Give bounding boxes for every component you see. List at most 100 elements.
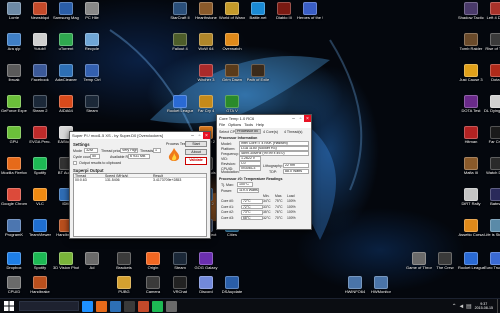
cycle-input[interactable]: 50: [90, 154, 100, 159]
desktop-shortcut-icon[interactable]: Temp Ctrl: [79, 64, 105, 83]
minimize-button[interactable]: –: [189, 132, 196, 139]
start-button[interactable]: Start: [185, 141, 207, 147]
menu-options[interactable]: Options: [228, 122, 241, 128]
desktop-shortcut-icon[interactable]: Left 4 Dead: [484, 2, 500, 21]
desktop-shortcut-icon[interactable]: uTorrent: [53, 33, 79, 52]
desktop-shortcut-icon[interactable]: StarCraft II: [167, 2, 193, 21]
close-button[interactable]: ×: [203, 132, 210, 139]
desktop-shortcut-icon[interactable]: 3D Vision Photo Viewer: [53, 252, 79, 271]
desktop-shortcut-icon[interactable]: Facebook: [27, 64, 53, 83]
cpu-select[interactable]: Processor #0: [235, 129, 261, 134]
desktop-shortcut-icon[interactable]: AdwCleaner: [53, 64, 79, 83]
desktop-shortcut-icon[interactable]: Watch Dogs: [484, 157, 500, 176]
desktop-shortcut-icon[interactable]: Rocket League: [458, 252, 484, 271]
desktop-shortcut-icon[interactable]: Assetto Corsa: [458, 219, 484, 238]
desktop-shortcut-icon[interactable]: World of Warcraft: [219, 2, 245, 21]
desktop-shortcut-icon[interactable]: Spotify: [27, 157, 53, 176]
taskbar-app-icon[interactable]: [124, 300, 135, 312]
desktop-shortcut-icon[interactable]: Yutub!!: [27, 33, 53, 52]
desktop-shortcut-icon[interactable]: Game of Thrones: [406, 252, 432, 271]
desktop-shortcut-icon[interactable]: TeamViewer: [27, 219, 53, 238]
table-row[interactable]: 00:0.63 131.5406 3.4173709e+2853: [74, 178, 206, 182]
desktop-shortcut-icon[interactable]: Rocket League: [167, 95, 193, 114]
desktop-shortcut-icon[interactable]: Shadow Tactics: [458, 2, 484, 21]
desktop-shortcut-icon[interactable]: PUBG: [111, 276, 137, 295]
desktop-shortcut-icon[interactable]: WoW 64: [193, 33, 219, 52]
desktop-shortcut-icon[interactable]: Recycle: [79, 33, 105, 52]
taskbar-app-icon[interactable]: [82, 300, 93, 312]
superpi-titlebar[interactable]: Super PI / mod1.5 XS - by Super.D0 [Over…: [70, 132, 210, 139]
desktop-shortcut-icon[interactable]: Newsblqol: [27, 2, 53, 21]
maximize-button[interactable]: ▫: [297, 115, 304, 122]
taskbar-app-icon[interactable]: [152, 300, 163, 312]
desktop-shortcut-icon[interactable]: Grim Dawn: [219, 64, 245, 83]
menu-tools[interactable]: Tools: [244, 122, 253, 128]
desktop-shortcut-icon[interactable]: Mafia III: [458, 157, 484, 176]
desktop-shortcut-icon[interactable]: HWiNFO64: [342, 276, 368, 295]
desktop-shortcut-icon[interactable]: Rise of Tomb: [484, 33, 500, 52]
desktop-shortcut-icon[interactable]: Brackets: [111, 252, 137, 271]
desktop-shortcut-icon[interactable]: Dropbox: [1, 252, 27, 271]
validate-button[interactable]: Validate: [185, 157, 207, 165]
taskbar-app-icon[interactable]: [96, 300, 107, 312]
close-button[interactable]: ×: [304, 115, 311, 122]
desktop-shortcut-icon[interactable]: VLC: [27, 188, 53, 207]
desktop-shortcut-icon[interactable]: Google Chrome: [1, 188, 27, 207]
desktop-shortcut-icon[interactable]: Overwatch: [219, 33, 245, 52]
taskbar-app-icon[interactable]: [166, 300, 177, 312]
desktop-shortcut-icon[interactable]: GPU: [1, 126, 27, 145]
desktop-shortcut-icon[interactable]: VRChat: [167, 276, 193, 295]
desktop-shortcut-icon[interactable]: Heroes of the Storm: [297, 2, 323, 21]
tray-icons[interactable]: ⌃ ◄ ▤: [452, 303, 472, 310]
taskbar-app-icon[interactable]: [110, 300, 121, 312]
desktop-shortcut-icon[interactable]: Path of Exile: [245, 64, 271, 83]
desktop-shortcut-icon[interactable]: GTA V: [219, 95, 245, 114]
desktop-shortcut-icon[interactable]: DOTA Test: [458, 95, 484, 114]
maximize-button[interactable]: ▫: [196, 132, 203, 139]
desktop-shortcut-icon[interactable]: Lorrie: [1, 2, 27, 21]
desktop-shortcut-icon[interactable]: Steam 2: [27, 95, 53, 114]
desktop-shortcut-icon[interactable]: Camera: [140, 276, 166, 295]
desktop-shortcut-icon[interactable]: Mozilla Firefox: [1, 157, 27, 176]
desktop-shortcut-icon[interactable]: DiRT Rally: [458, 188, 484, 207]
desktop-shortcut-icon[interactable]: Spotify: [27, 252, 53, 271]
about-button[interactable]: About: [185, 149, 207, 155]
desktop-shortcut-icon[interactable]: Origin: [140, 252, 166, 271]
desktop-shortcut-icon[interactable]: Life is Strange: [484, 219, 500, 238]
desktop-shortcut-icon[interactable]: EVGA Prec.: [27, 126, 53, 145]
desktop-shortcut-icon[interactable]: The Crew: [432, 252, 458, 271]
desktop-shortcut-icon[interactable]: Discord: [193, 276, 219, 295]
desktop-shortcut-icon[interactable]: Handbrake: [27, 276, 53, 295]
desktop-shortcut-icon[interactable]: Far Cry 4: [484, 126, 500, 145]
coretemp-titlebar[interactable]: Core Temp 1.0 RC6 – ▫ ×: [217, 115, 311, 122]
output-checkbox[interactable]: [73, 161, 77, 165]
minimize-button[interactable]: –: [290, 115, 297, 122]
windows-start-icon[interactable]: [2, 299, 16, 313]
desktop-shortcut-icon[interactable]: ProgramK: [1, 219, 27, 238]
taskbar-app-icon[interactable]: [138, 300, 149, 312]
desktop-shortcut-icon[interactable]: Samsung Magician: [53, 2, 79, 21]
desktop-shortcut-icon[interactable]: DSAupdate: [219, 276, 245, 295]
desktop-shortcut-icon[interactable]: Steam: [167, 252, 193, 271]
desktop-shortcut-icon[interactable]: AIDA64: [53, 95, 79, 114]
desktop-shortcut-icon[interactable]: Diablo III: [271, 2, 297, 21]
desktop-shortcut-icon[interactable]: Hearthstone: [193, 2, 219, 21]
desktop-shortcut-icon[interactable]: Ibruak: [1, 64, 27, 83]
menu-file[interactable]: File: [219, 122, 225, 128]
threads-input[interactable]: 1: [153, 148, 161, 153]
desktop-shortcut-icon[interactable]: CPUID: [1, 276, 27, 295]
desktop-shortcut-icon[interactable]: Steam: [79, 95, 105, 114]
desktop-shortcut-icon[interactable]: Batman: [484, 188, 500, 207]
clock[interactable]: 9:37 2015-08-15: [475, 302, 493, 310]
desktop-shortcut-icon[interactable]: GeForce Experience: [1, 95, 27, 114]
desktop-shortcut-icon[interactable]: Euro Truck Simulator 2: [484, 252, 500, 271]
search-box[interactable]: [19, 301, 79, 311]
desktop-shortcut-icon[interactable]: Far Cry 4: [193, 95, 219, 114]
desktop-shortcut-icon[interactable]: GOG Galaxy: [193, 252, 219, 271]
priority-select[interactable]: Very High: [120, 148, 138, 153]
desktop-shortcut-icon[interactable]: Witcher 3: [193, 64, 219, 83]
desktop-shortcut-icon[interactable]: Fallout 4: [167, 33, 193, 52]
desktop-shortcut-icon[interactable]: Battle.net: [245, 2, 271, 21]
menu-help[interactable]: Help: [256, 122, 264, 128]
desktop-shortcut-icon[interactable]: Ad: [79, 252, 105, 271]
